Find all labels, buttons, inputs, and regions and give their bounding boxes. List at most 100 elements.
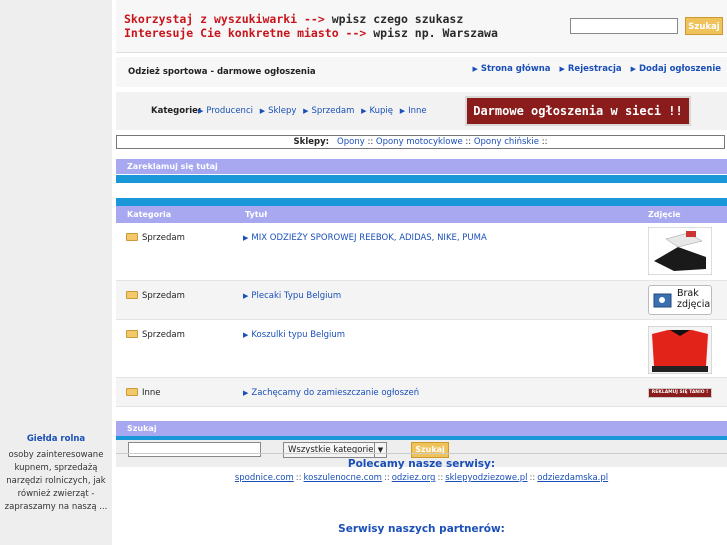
folder-icon xyxy=(126,233,138,241)
col-header-title: Tytuł xyxy=(245,210,268,219)
arrow-right-icon: ▶ xyxy=(259,107,266,115)
arrow-right-icon: ▶ xyxy=(243,331,249,339)
link-odziez[interactable]: odziez.org xyxy=(392,473,436,483)
shop-link-tyres[interactable]: Opony xyxy=(337,137,365,147)
row-title[interactable]: ▶ Zachęcamy do zamieszczanie ogłoszeń xyxy=(243,388,419,398)
row-category-label: Sprzedam xyxy=(142,291,185,301)
category-producers[interactable]: ▶ Producenci xyxy=(198,106,253,116)
row-title-link[interactable]: MIX ODZIEŻY SPOROWEJ REEBOK, ADIDAS, NIK… xyxy=(251,233,486,243)
arrow-right-icon: ▶ xyxy=(361,107,367,115)
top-search-input[interactable] xyxy=(570,18,679,34)
arrow-right-icon: ▶ xyxy=(559,65,565,73)
category-label[interactable]: Inne xyxy=(408,106,427,116)
arrow-right-icon: ▶ xyxy=(243,234,249,242)
free-ads-banner[interactable]: Darmowe ogłoszenia w sieci !! xyxy=(465,96,691,126)
separator: :: xyxy=(383,473,390,483)
clothes-photo[interactable] xyxy=(648,227,712,275)
link-spodnice[interactable]: spodnice.com xyxy=(235,473,294,483)
row-title[interactable]: ▶ MIX ODZIEŻY SPOROWEJ REEBOK, ADIDAS, NI… xyxy=(243,233,487,243)
no-photo-text: Brak zdjęcia xyxy=(677,288,711,310)
listing-header-row: Kategoria Tytuł Zdjęcie xyxy=(116,206,727,223)
arrow-right-icon: ▶ xyxy=(243,292,249,300)
ads-section-title[interactable]: Zareklamuj się tutaj xyxy=(127,162,218,171)
top-header: Skorzystaj z wyszukiwarki --> wpisz czeg… xyxy=(116,0,727,53)
table-row[interactable]: Sprzedam ▶ MIX ODZIEŻY SPOROWEJ REEBOK, A… xyxy=(116,223,727,281)
ads-section-bar xyxy=(116,175,727,183)
table-row[interactable]: Sprzedam ▶ Koszulki typu Belgium xyxy=(116,320,727,378)
folder-icon xyxy=(126,291,138,299)
no-photo-placeholder[interactable]: Brak zdjęcia xyxy=(648,285,712,315)
folder-icon xyxy=(126,388,138,396)
row-category: Sprzedam xyxy=(126,330,185,340)
nav-add-ad-label[interactable]: Dodaj ogłoszenie xyxy=(639,64,721,74)
listing-table: Kategoria Tytuł Zdjęcie Sprzedam ▶ MIX OD… xyxy=(116,206,727,407)
footer-divider xyxy=(116,453,727,454)
ads-section-header: Zareklamuj się tutaj xyxy=(116,159,727,174)
top-search: Szukaj xyxy=(570,17,723,35)
category-label[interactable]: Sprzedam xyxy=(312,106,355,116)
nav-add-ad[interactable]: ▶ Dodaj ogłoszenie xyxy=(631,64,721,74)
recommended-title: Polecamy nasze serwisy: xyxy=(347,458,496,470)
nav-register[interactable]: ▶ Rejestracja xyxy=(560,64,622,74)
slogan-line2-a: Interesuje Cie konkretne miasto --> xyxy=(124,26,374,40)
category-sell[interactable]: ▶ Sprzedam xyxy=(303,106,354,116)
slogan-line2-b: wpisz np. Warszawa xyxy=(373,26,498,40)
link-koszulenocne[interactable]: koszulenocne.com xyxy=(304,473,382,483)
shop-link-chinese-tyres[interactable]: Opony chińskie xyxy=(474,137,539,147)
promo-text: osoby zainteresowane kupnem, sprzedażą n… xyxy=(4,450,108,512)
nav-home[interactable]: ▶ Strona główna xyxy=(472,64,550,74)
arrow-right-icon: ▶ xyxy=(472,65,478,73)
arrow-right-icon: ▶ xyxy=(303,107,309,115)
arrow-right-icon: ▶ xyxy=(399,107,406,115)
slogan-line1-b: wpisz czego szukasz xyxy=(331,12,464,26)
search-slogan: Skorzystaj z wyszukiwarki --> wpisz czeg… xyxy=(124,12,498,40)
category-label[interactable]: Kupię xyxy=(369,106,393,116)
separator: :: xyxy=(364,137,376,147)
row-title[interactable]: ▶ Koszulki typu Belgium xyxy=(243,330,345,340)
category-label[interactable]: Producenci xyxy=(206,106,253,116)
listing-top-bar xyxy=(116,198,727,206)
site-header: Odzież sportowa - darmowe ogłoszenia ▶ St… xyxy=(116,57,727,87)
row-title[interactable]: ▶ Plecaki Typu Belgium xyxy=(243,291,341,301)
category-links: ▶ Producenci ▶ Sklepy ▶ Sprzedam ▶ Kupię ▶ In… xyxy=(198,106,431,116)
arrow-right-icon: ▶ xyxy=(630,65,636,73)
categories-label: Kategorie: xyxy=(151,106,202,116)
col-header-category: Kategoria xyxy=(127,210,172,219)
partners-title: Serwisy naszych partnerów: xyxy=(338,523,505,535)
slogan-line1-a: Skorzystaj z wyszukiwarki --> xyxy=(124,12,332,26)
row-title-link[interactable]: Zachęcamy do zamieszczanie ogłoszeń xyxy=(251,388,419,398)
link-sklepyodziezowe[interactable]: sklepyodziezowe.pl xyxy=(445,473,527,483)
search-header-bar xyxy=(116,436,727,440)
row-title-link[interactable]: Koszulki typu Belgium xyxy=(251,330,345,340)
footer: Polecamy nasze serwisy: spodnice.com:: ko… xyxy=(116,453,727,545)
category-other[interactable]: ▶ Inne xyxy=(400,106,427,116)
ad-banner-thumbnail[interactable]: REKLAMUJ SIĘ TANIO ! xyxy=(648,388,712,398)
separator: :: xyxy=(437,473,444,483)
separator: :: xyxy=(529,473,536,483)
main-content: Skorzystaj z wyszukiwarki --> wpisz czeg… xyxy=(116,0,727,545)
category-shops[interactable]: ▶ Sklepy xyxy=(260,106,297,116)
col-header-photo: Zdjęcie xyxy=(648,210,681,219)
category-buy[interactable]: ▶ Kupię xyxy=(361,106,393,116)
site-title: Odzież sportowa - darmowe ogłoszenia xyxy=(128,67,316,77)
table-row[interactable]: Inne ▶ Zachęcamy do zamieszczanie ogłosze… xyxy=(116,378,727,407)
link-odziezdamska[interactable]: odziezdamska.pl xyxy=(537,473,608,483)
row-title-link[interactable]: Plecaki Typu Belgium xyxy=(251,291,341,301)
row-category: Sprzedam xyxy=(126,291,185,301)
row-category-label: Sprzedam xyxy=(142,233,185,243)
separator: :: xyxy=(295,473,302,483)
row-category: Inne xyxy=(126,388,161,398)
separator: :: xyxy=(462,137,474,147)
category-bar: Kategorie: ▶ Producenci ▶ Sklepy ▶ Sprzedam… xyxy=(116,92,727,130)
table-row[interactable]: Sprzedam ▶ Plecaki Typu Belgium Brak zdję… xyxy=(116,281,727,320)
nav-register-label[interactable]: Rejestracja xyxy=(568,64,622,74)
shop-link-moto-tyres[interactable]: Opony motocyklowe xyxy=(376,137,463,147)
promo-title[interactable]: Giełda rolna xyxy=(0,433,112,446)
top-search-button[interactable]: Szukaj xyxy=(685,17,723,35)
category-label[interactable]: Sklepy xyxy=(268,106,296,116)
nav-home-label[interactable]: Strona główna xyxy=(481,64,551,74)
red-shirt-photo[interactable] xyxy=(648,326,712,374)
left-sidebar: Giełda rolna osoby zainteresowane kupnem… xyxy=(0,0,112,545)
row-category-label: Sprzedam xyxy=(142,330,185,340)
top-nav: ▶ Strona główna ▶ Rejestracja ▶ Dodaj ogłos… xyxy=(466,64,721,74)
